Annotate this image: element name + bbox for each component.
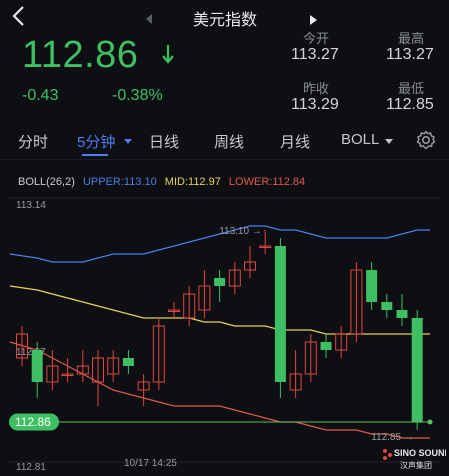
candle [244,246,256,278]
candle [228,262,241,294]
candle-body [366,270,378,302]
tab-5min[interactable]: 5分钟 [77,131,115,152]
current-price-dot [427,419,433,425]
brand-sub: 汉声集团 [400,460,432,470]
price-change-percent: -0.38% [112,87,163,104]
active-tab-underline [82,154,108,156]
candle [168,302,180,318]
current-price: 112.86 [22,34,139,76]
page-title: 美元指数 [192,12,257,29]
candle [76,350,89,382]
boll-upper-value: UPPER:113.10 [82,176,157,188]
low-value: 112.85 [386,96,434,113]
candle [152,318,165,390]
candle [366,262,378,310]
candle [61,358,74,382]
chevron-down-icon[interactable] [124,139,132,144]
candle [320,334,332,358]
back-icon[interactable] [8,4,30,28]
prev-close-label: 昨收 [303,81,330,96]
boll-bands [9,225,430,439]
min-price-label: 112.85 → [371,432,414,443]
divider [0,159,449,160]
candle [396,294,408,326]
tab-daily[interactable]: 日线 [149,131,179,152]
candle [411,310,423,430]
current-price-badge: 112.86 [9,413,59,431]
indicator-name: BOLL(26,2) [18,176,75,188]
brand-logo: SINO SOUND 汉声集团 [380,445,449,471]
tab-indicator-boll[interactable]: BOLL [341,131,379,148]
high-value: 113.27 [386,46,434,63]
candle [16,326,28,366]
y-tick-label: 113.14 [16,200,46,211]
next-arrow-icon[interactable] [310,15,317,25]
down-arrow-icon [161,43,175,65]
high-label: 最高 [398,31,425,46]
tab-monthly[interactable]: 月线 [280,131,310,152]
candle-body [381,302,393,310]
candle-body [122,358,134,366]
candle-body [274,246,286,382]
open-value: 113.27 [291,46,339,63]
boll-lower-line [9,341,430,439]
candle [274,238,286,398]
boll-mid-value: MID:112.97 [164,176,221,188]
candle [137,374,150,406]
chevron-down-icon[interactable] [385,139,393,144]
price-change: -0.43 [22,87,59,104]
candle [381,294,393,318]
candle-body [411,318,423,422]
candle [31,342,43,398]
period-tabs: 分时 5分钟 日线 周线 月线 BOLL [0,122,449,158]
candle [122,350,134,374]
candle [92,350,104,406]
candle [107,350,120,382]
candle [214,270,226,302]
candle-body [320,342,332,350]
candle [183,286,196,326]
gear-icon[interactable] [415,129,437,151]
candle-body [214,278,226,286]
candle [198,270,211,318]
max-price-label: 113.10 → [219,226,262,237]
tab-timeshare[interactable]: 分时 [18,131,48,152]
open-label: 今开 [303,31,330,46]
boll-lower-value: LOWER:112.84 [228,176,306,188]
current-price-badge-label: 112.86 [15,415,51,429]
candle [335,326,348,358]
brand-name: SINO SOUND [394,448,446,458]
low-label: 最低 [398,81,425,96]
boll-legend: BOLL(26,2) UPPER:113.10 MID:112.97 LOWER… [18,176,310,188]
candle [289,350,302,398]
candles [16,230,433,430]
y-tick-label: 112.81 [16,462,46,473]
candlestick-chart[interactable]: 113.14 112.97 112.81 10/17 14:25 113.10 … [0,190,449,476]
tab-weekly[interactable]: 周线 [214,131,244,152]
x-tick-label: 10/17 14:25 [124,458,177,469]
prev-close-value: 113.29 [291,96,339,113]
candle [304,334,317,382]
candle-body [31,350,43,382]
candle [350,262,363,342]
candle-body [396,310,408,318]
prev-arrow-icon[interactable] [146,14,152,24]
